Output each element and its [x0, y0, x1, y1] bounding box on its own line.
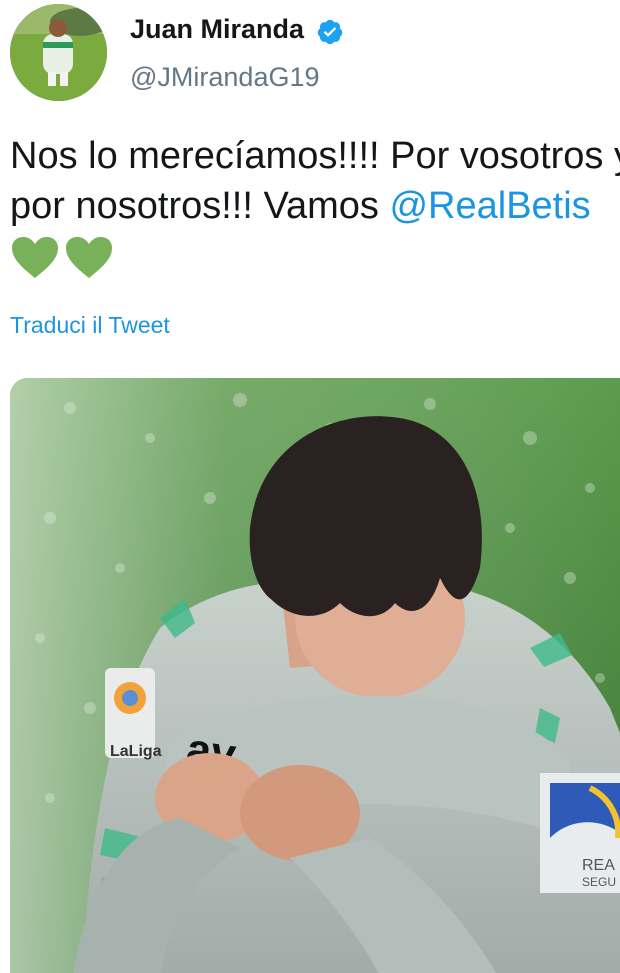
patch-text-2: SEGU	[582, 875, 616, 889]
mention-link[interactable]: @RealBetis	[389, 185, 590, 227]
author-handle[interactable]: @JMirandaG19	[130, 62, 320, 93]
green-heart-icon	[66, 237, 113, 278]
tweet-text: Nos lo merecíamos!!!! Por vosotros y por…	[10, 131, 620, 231]
tweet-text-line-2: por nosotros!!! Vamos @RealBetis	[10, 181, 620, 231]
tweet-photo[interactable]: LaLiga av REA SEGU	[10, 378, 620, 973]
emoji-row	[12, 237, 116, 281]
patch-text-1: REA	[582, 857, 615, 874]
laliga-badge: LaLiga	[105, 668, 162, 760]
tweet-card: Juan Miranda @JMirandaG19 Nos lo merecía…	[0, 0, 620, 973]
translate-tweet-link[interactable]: Traduci il Tweet	[10, 312, 170, 339]
author-avatar[interactable]	[10, 4, 107, 101]
green-heart-icon	[12, 237, 58, 278]
author-display-name[interactable]: Juan Miranda	[130, 14, 304, 45]
tweet-photo-image: LaLiga av REA SEGU	[10, 378, 620, 973]
laliga-text: LaLiga	[110, 743, 162, 760]
verified-badge-icon	[317, 19, 343, 45]
tweet-text-line-2-prefix: por nosotros!!! Vamos	[10, 185, 390, 227]
tweet-text-line-1: Nos lo merecíamos!!!! Por vosotros y	[10, 135, 620, 177]
avatar-photo-icon	[10, 4, 107, 101]
sleeve-patch: REA SEGU	[540, 773, 620, 893]
